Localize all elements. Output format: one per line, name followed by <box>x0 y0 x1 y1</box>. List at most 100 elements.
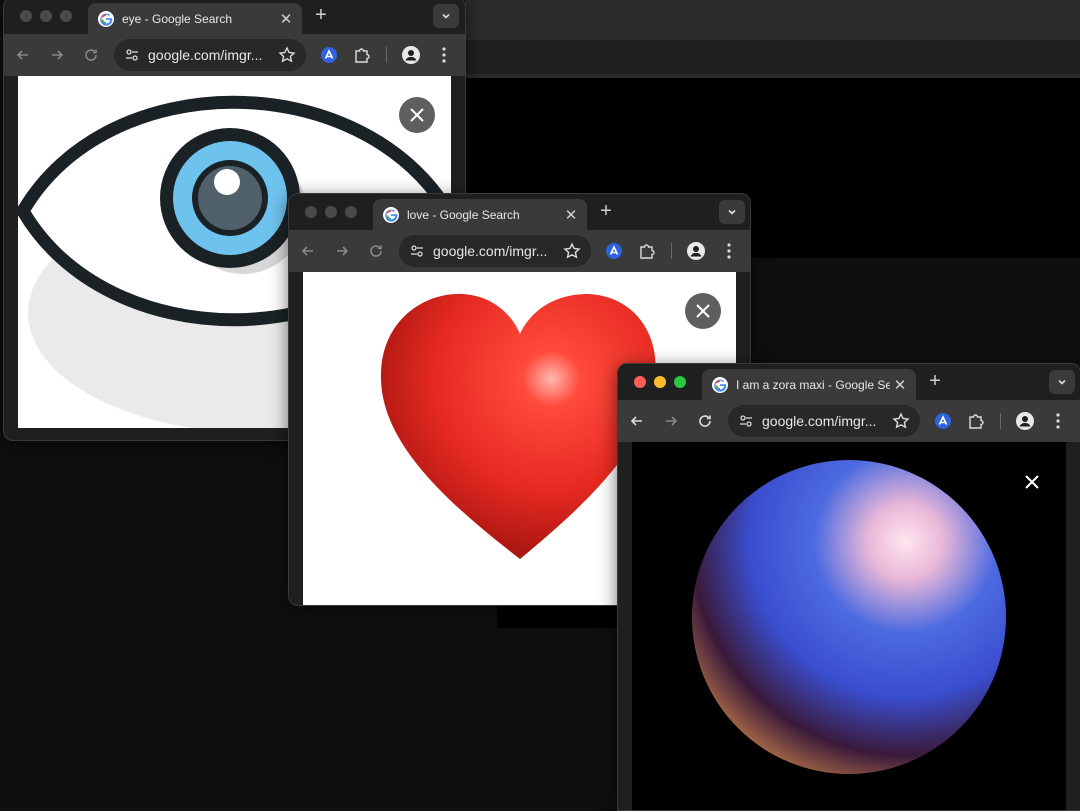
url-text: google.com/imgr... <box>148 47 263 63</box>
maximize-window-button[interactable] <box>60 10 72 22</box>
close-window-button[interactable] <box>634 376 646 388</box>
close-window-button[interactable] <box>20 10 32 22</box>
more-vert-icon <box>1056 413 1060 429</box>
profile-extension-button[interactable] <box>933 411 953 431</box>
chevron-down-icon <box>442 13 450 19</box>
forward-button[interactable] <box>331 240 353 262</box>
reload-button[interactable] <box>365 240 387 262</box>
extensions-button[interactable] <box>637 241 657 261</box>
address-bar[interactable]: google.com/imgr... <box>399 235 591 267</box>
page-content <box>632 442 1066 810</box>
toolbar-separator <box>1000 413 1001 429</box>
reload-button[interactable] <box>694 410 716 432</box>
more-vert-icon <box>727 243 731 259</box>
minimize-window-button[interactable] <box>654 376 666 388</box>
site-settings-icon[interactable] <box>124 47 140 63</box>
close-preview-button[interactable] <box>399 97 435 133</box>
tab-love[interactable]: love - Google Search ✕ <box>373 199 587 230</box>
url-text: google.com/imgr... <box>433 243 548 259</box>
reload-icon <box>699 415 711 427</box>
extensions-button[interactable] <box>352 45 372 65</box>
maximize-window-button[interactable] <box>345 206 357 218</box>
url-text: google.com/imgr... <box>762 413 877 429</box>
google-favicon <box>712 376 728 393</box>
google-favicon <box>383 206 399 223</box>
profile-extension-icon <box>321 47 337 63</box>
forward-button[interactable] <box>660 410 682 432</box>
reload-icon <box>370 245 382 257</box>
tab-title: I am a zora maxi - Google Search <box>736 377 890 392</box>
reload-button[interactable] <box>80 44 102 66</box>
account-button[interactable] <box>686 241 706 261</box>
profile-extension-icon <box>606 243 622 259</box>
profile-extension-button[interactable] <box>604 241 624 261</box>
star-icon[interactable] <box>563 242 581 260</box>
close-preview-button[interactable] <box>1020 470 1044 494</box>
toolbar-separator <box>671 243 672 259</box>
maximize-window-button[interactable] <box>674 376 686 388</box>
close-icon <box>410 108 424 122</box>
close-tab-icon[interactable]: ✕ <box>890 376 910 394</box>
minimize-window-button[interactable] <box>325 206 337 218</box>
menu-button[interactable] <box>434 45 454 65</box>
new-tab-button[interactable]: + <box>595 200 617 223</box>
tab-title: eye - Google Search <box>122 11 233 26</box>
tab-strip: I am a zora maxi - Google Search ✕ + <box>618 364 1080 400</box>
window-controls <box>634 376 686 388</box>
back-button[interactable] <box>626 410 648 432</box>
browser-toolbar: google.com/imgr... <box>618 400 1080 442</box>
close-tab-icon[interactable]: ✕ <box>276 10 296 28</box>
sphere-image <box>692 460 1006 774</box>
back-button[interactable] <box>297 240 319 262</box>
forward-button[interactable] <box>46 44 68 66</box>
close-window-button[interactable] <box>305 206 317 218</box>
address-bar[interactable]: google.com/imgr... <box>728 405 920 437</box>
menu-button[interactable] <box>1048 411 1068 431</box>
new-tab-button[interactable]: + <box>924 370 946 393</box>
tab-search-button[interactable] <box>1049 370 1075 394</box>
back-arrow-icon <box>301 246 313 256</box>
account-icon <box>402 46 420 64</box>
account-icon <box>687 242 705 260</box>
window-controls <box>20 10 72 22</box>
tab-eye[interactable]: eye - Google Search ✕ <box>88 3 302 34</box>
background-window-toolbar <box>465 40 1080 74</box>
address-bar[interactable]: google.com/imgr... <box>114 39 306 71</box>
more-vert-icon <box>442 47 446 63</box>
extensions-button[interactable] <box>966 411 986 431</box>
profile-extension-button[interactable] <box>319 45 339 65</box>
tab-title: love - Google Search <box>407 207 520 222</box>
tab-strip: eye - Google Search ✕ + <box>4 0 465 34</box>
close-preview-button[interactable] <box>685 293 721 329</box>
star-icon[interactable] <box>892 412 910 430</box>
back-arrow-icon <box>630 416 642 426</box>
tab-zora[interactable]: I am a zora maxi - Google Search ✕ <box>702 369 916 400</box>
browser-toolbar: google.com/imgr... <box>4 34 465 76</box>
account-button[interactable] <box>401 45 421 65</box>
star-icon[interactable] <box>278 46 296 64</box>
close-icon <box>696 304 710 318</box>
browser-toolbar: google.com/imgr... <box>289 230 750 272</box>
tab-search-button[interactable] <box>719 200 745 224</box>
chevron-down-icon <box>1058 379 1066 385</box>
back-button[interactable] <box>12 44 34 66</box>
close-icon <box>1025 475 1039 489</box>
forward-arrow-icon <box>52 50 64 60</box>
site-settings-icon[interactable] <box>738 413 754 429</box>
new-tab-button[interactable]: + <box>310 4 332 27</box>
profile-extension-icon <box>935 413 951 429</box>
forward-arrow-icon <box>666 416 678 426</box>
minimize-window-button[interactable] <box>40 10 52 22</box>
toolbar-separator <box>386 47 387 63</box>
chevron-down-icon <box>728 209 736 215</box>
puzzle-icon <box>355 48 370 63</box>
reload-icon <box>85 49 97 61</box>
account-button[interactable] <box>1015 411 1035 431</box>
menu-button[interactable] <box>719 241 739 261</box>
google-favicon <box>98 10 114 27</box>
tab-search-button[interactable] <box>433 4 459 28</box>
puzzle-icon <box>640 244 655 259</box>
site-settings-icon[interactable] <box>409 243 425 259</box>
close-tab-icon[interactable]: ✕ <box>561 206 581 224</box>
window-controls <box>305 206 357 218</box>
